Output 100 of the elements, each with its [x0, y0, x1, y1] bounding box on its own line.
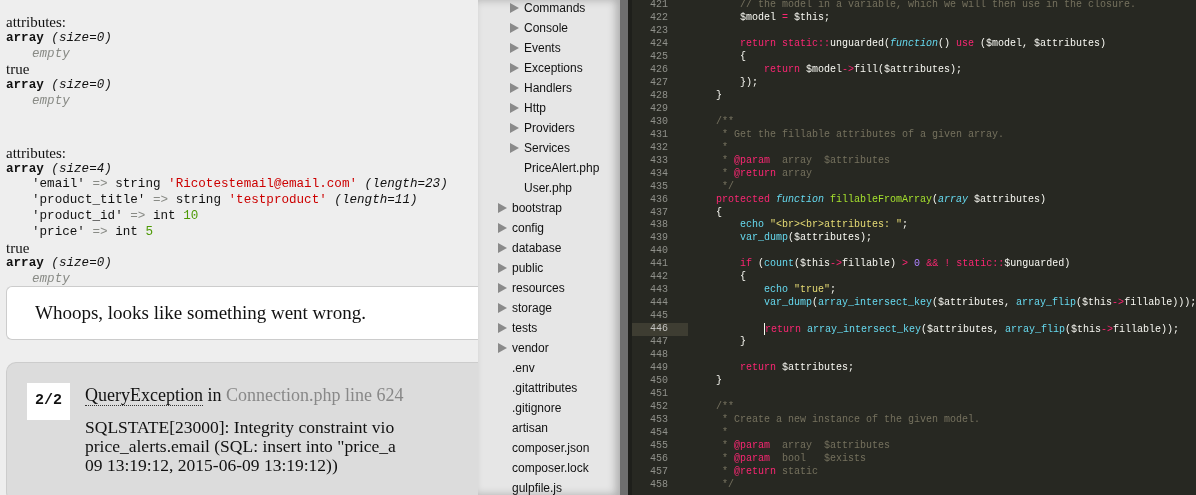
line-number: 429 [649, 102, 669, 116]
caret-right-icon[interactable] [498, 323, 507, 333]
folder-item[interactable]: Handlers [478, 78, 620, 98]
caret-right-icon[interactable] [510, 143, 519, 153]
line-number: 451 [649, 388, 669, 402]
caret-right-icon[interactable] [510, 103, 519, 113]
folder-item[interactable]: database [478, 238, 620, 258]
code-line: /** [716, 115, 734, 129]
folder-item[interactable]: vendor [478, 338, 620, 358]
code-line: }); [740, 76, 758, 90]
line-number: 445 [649, 310, 669, 324]
code-line: /** [716, 401, 734, 414]
line-number: 440 [649, 245, 669, 259]
caret-right-icon[interactable] [498, 303, 507, 313]
line-number: 426 [649, 63, 669, 77]
code-line: { [740, 271, 746, 285]
code-line: * @param array $attributes [722, 439, 891, 453]
dump-label: attributes: [6, 145, 67, 162]
empty-marker: empty [31, 272, 71, 288]
folder-item[interactable]: Commands [478, 0, 620, 18]
file-item[interactable]: .env [478, 358, 620, 378]
folder-item[interactable]: resources [478, 278, 620, 298]
line-number: 423 [649, 24, 669, 38]
folder-item[interactable]: Services [478, 138, 620, 158]
line-number: 433 [649, 154, 669, 168]
line-number: 432 [649, 141, 669, 155]
folder-item[interactable]: Exceptions [478, 58, 620, 78]
dump-value: 'testproduct' [228, 193, 327, 208]
file-item[interactable]: artisan [478, 418, 620, 438]
code-line: * Get the fillable attributes of a given array. [722, 128, 1005, 142]
caret-right-icon[interactable] [498, 343, 507, 353]
folder-item[interactable]: config [478, 218, 620, 238]
line-number: 435 [649, 180, 669, 194]
line-number: 453 [649, 414, 669, 427]
line-number: 443 [649, 284, 669, 298]
file-item[interactable]: PriceAlert.php [478, 158, 620, 178]
code-line: { [740, 50, 746, 64]
array-entry: 'email' => string 'Ricotestemail@email.com' (length=23) [31, 177, 449, 194]
caret-right-icon[interactable] [498, 283, 507, 293]
code-line: */ [722, 478, 734, 492]
exception-message: SQLSTATE[23000]: Integrity constraint vio price_alerts.email (SQL: insert into "price_a 09 13:19:12, 2015-06-09 13:19:12)) [85, 418, 397, 476]
caret-right-icon[interactable] [510, 123, 519, 133]
folder-item[interactable]: Events [478, 38, 620, 58]
code-line: if (count($this->fillable) > 0 && ! static::$unguarded) [740, 258, 1071, 271]
array-header: array (size=4) [6, 161, 113, 178]
caret-right-icon[interactable] [510, 83, 519, 93]
line-number: 422 [649, 11, 669, 25]
line-number: 447 [649, 336, 669, 350]
array-entry: 'price' => int 5 [31, 224, 154, 241]
line-number: 436 [649, 193, 669, 207]
folder-item[interactable]: Http [478, 98, 620, 118]
file-item[interactable]: .gitattributes [478, 378, 620, 398]
line-number: 427 [649, 76, 669, 90]
code-line: * @param bool $exists [722, 452, 867, 466]
folder-item[interactable]: storage [478, 298, 620, 318]
code-line: * [722, 426, 728, 440]
caret-right-icon[interactable] [510, 3, 519, 13]
file-item[interactable]: composer.json [478, 438, 620, 458]
caret-right-icon[interactable] [498, 243, 507, 253]
folder-item[interactable]: tests [478, 318, 620, 338]
folder-item[interactable]: Console [478, 18, 620, 38]
caret-right-icon[interactable] [498, 203, 507, 213]
folder-item[interactable]: public [478, 258, 620, 278]
line-number: 456 [649, 452, 669, 466]
line-number: 449 [649, 362, 669, 376]
empty-marker: empty [31, 94, 71, 110]
file-item[interactable]: composer.lock [478, 458, 620, 478]
code-line: * @return array [722, 167, 813, 181]
caret-right-icon[interactable] [510, 43, 519, 53]
dump-value: 10 [183, 208, 199, 223]
code-line: protected function fillableFromArray(array $attributes) [716, 193, 1047, 207]
folder-item[interactable]: Providers [478, 118, 620, 138]
caret-right-icon[interactable] [510, 23, 519, 33]
code-line: * @return static [722, 465, 819, 479]
code-line: return array_intersect_key($attributes, array_flip($this->fillable)); [764, 323, 1180, 337]
file-item[interactable]: .gitignore [478, 398, 620, 418]
caret-right-icon[interactable] [510, 63, 519, 73]
line-number: 438 [649, 219, 669, 233]
file-item[interactable]: gulpfile.js [478, 478, 620, 495]
line-number: 421 [649, 0, 669, 12]
dump-value: true [6, 62, 31, 79]
code-line: return $model->fill($attributes); [764, 63, 963, 77]
code-line: } [740, 336, 746, 350]
folder-item[interactable]: bootstrap [478, 198, 620, 218]
dump-value: true [6, 240, 31, 257]
caret-right-icon[interactable] [498, 263, 507, 273]
dump-label: attributes: [6, 15, 67, 31]
line-number: 441 [649, 258, 669, 272]
line-number: 448 [649, 349, 669, 363]
caret-right-icon[interactable] [498, 223, 507, 233]
file-item[interactable]: User.php [478, 178, 620, 198]
line-number: 457 [649, 465, 669, 479]
line-number: 444 [649, 297, 669, 311]
array-header: array (size=0) [6, 256, 113, 273]
line-number: 446 [632, 323, 688, 337]
dump-value: 'Ricotestemail@email.com' [168, 177, 357, 192]
code-line: var_dump(array_intersect_key($attributes, array_flip($this->fillable))); [764, 297, 1196, 311]
line-number: 428 [649, 89, 669, 103]
line-number: 424 [649, 37, 669, 51]
dump-value: 5 [145, 224, 153, 239]
